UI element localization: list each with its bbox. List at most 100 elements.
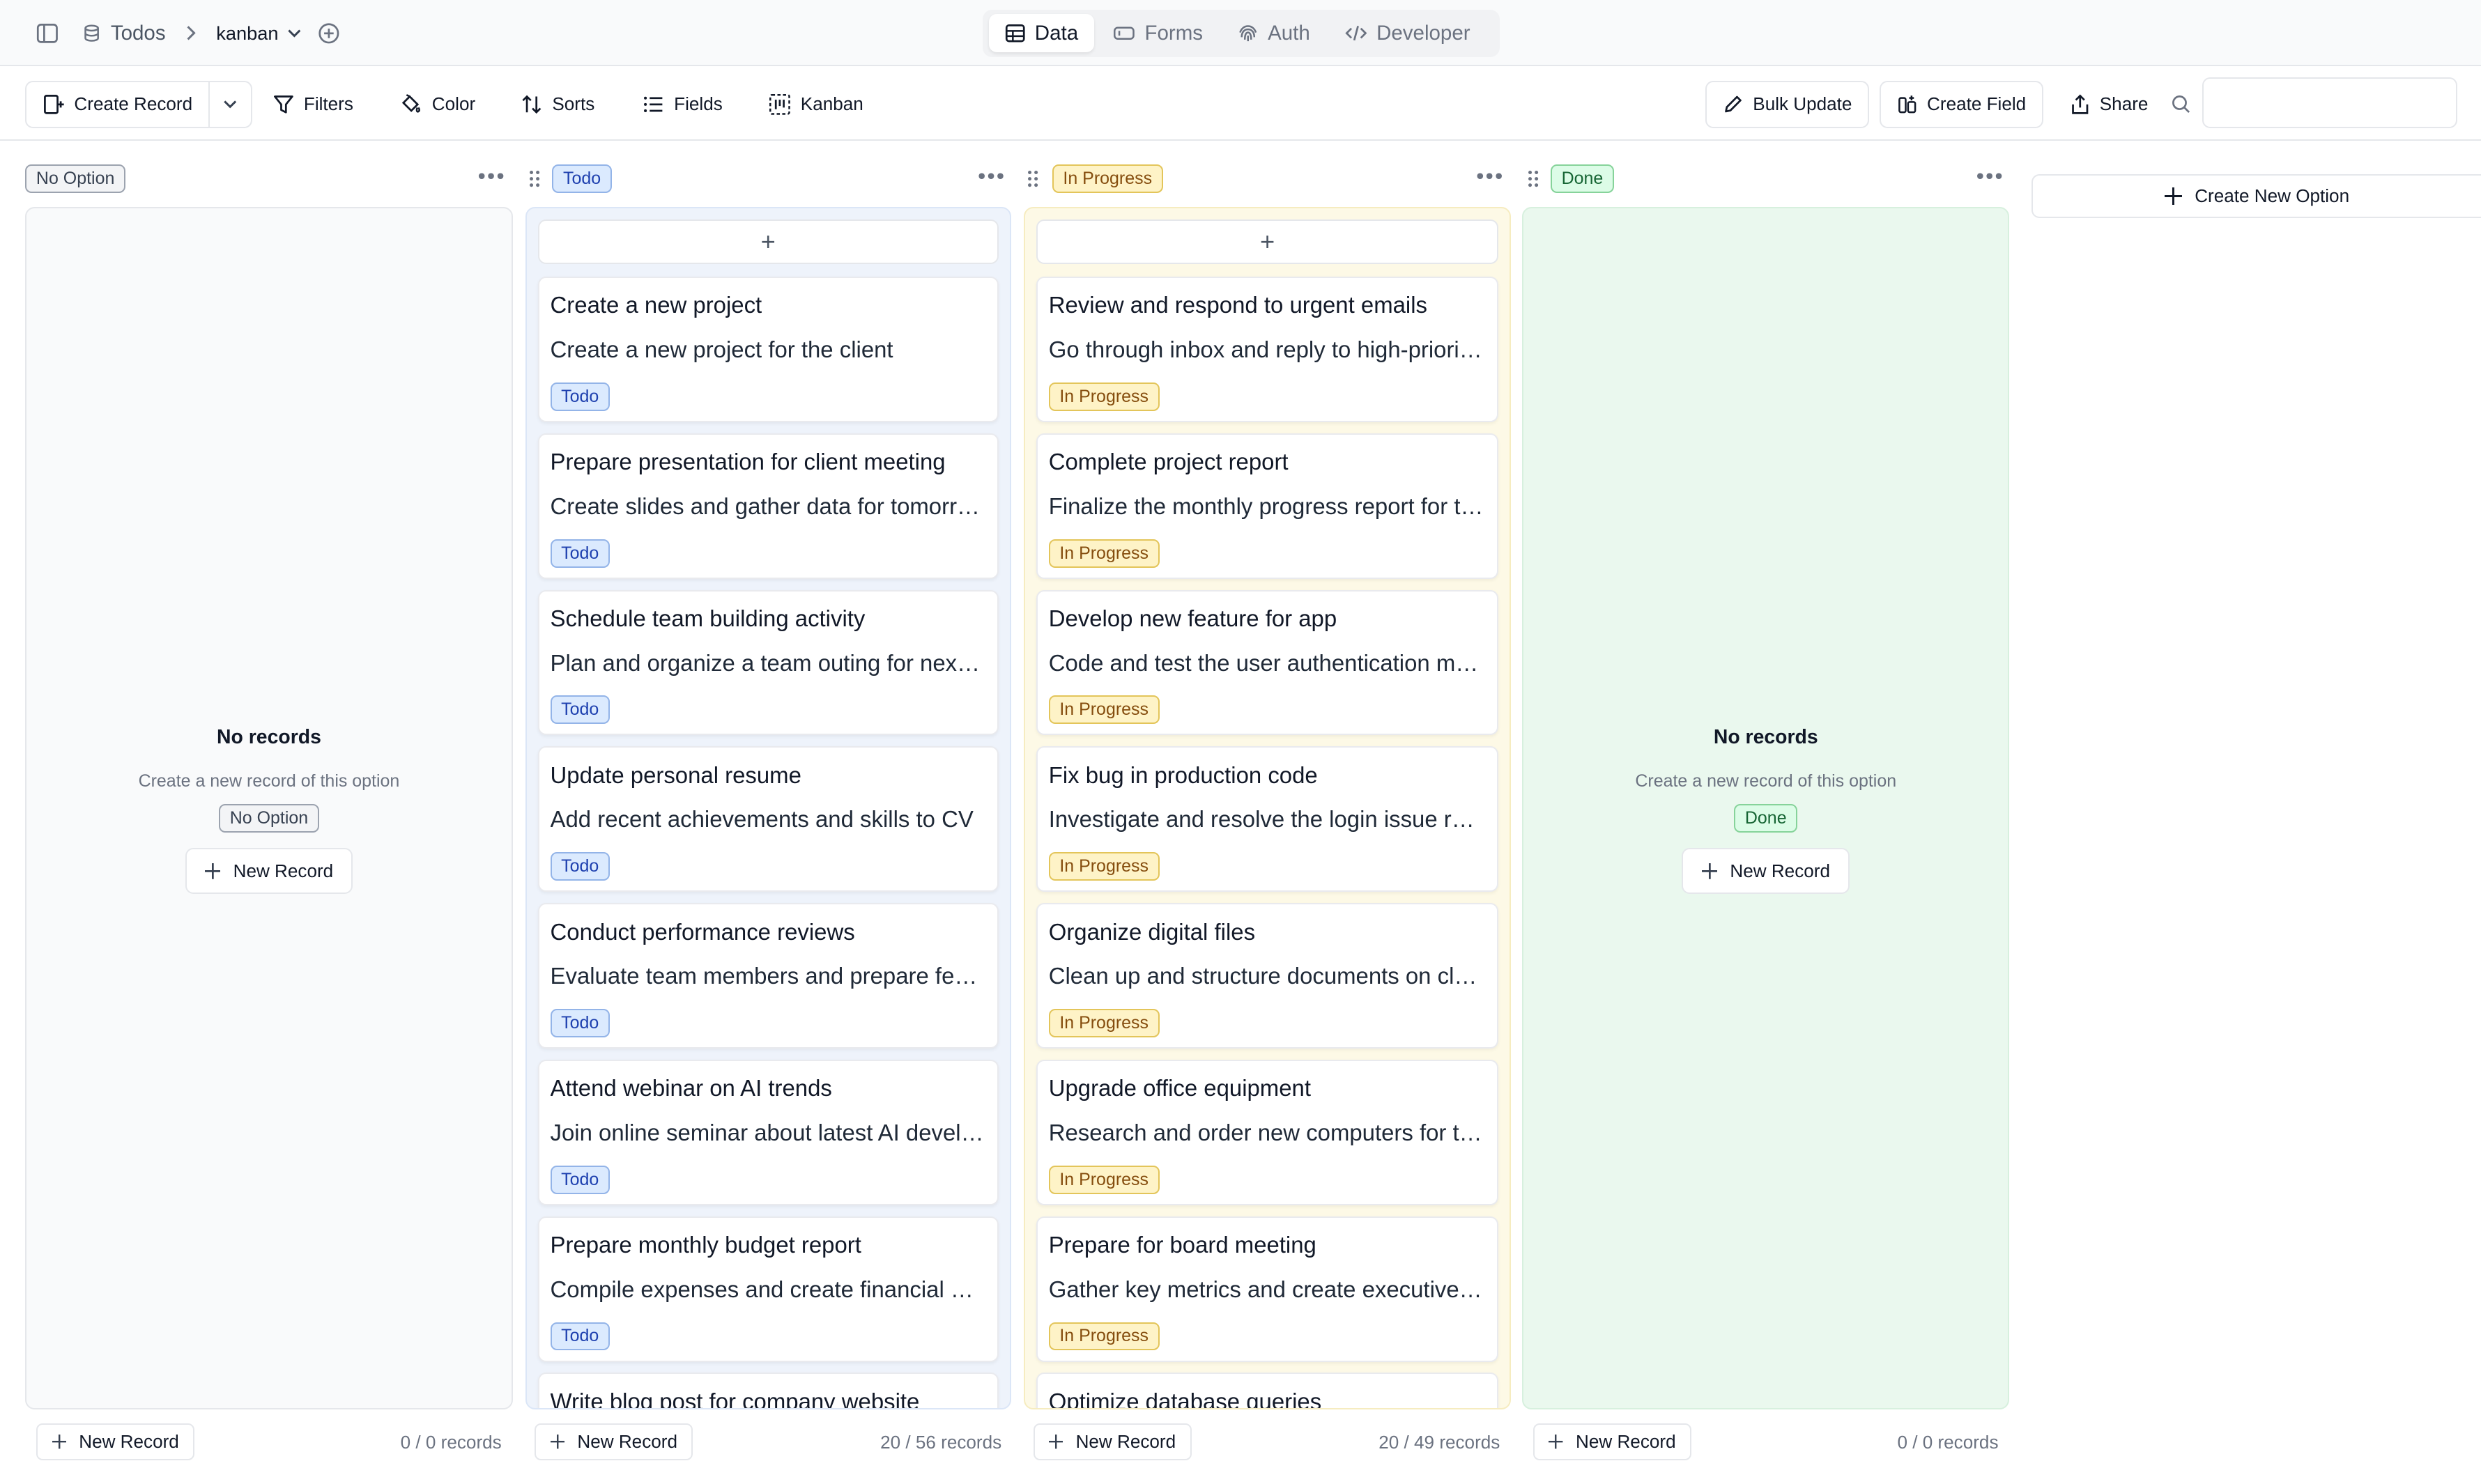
column-menu-icon[interactable]: ••• [1976,164,2004,187]
add-card-button[interactable]: + [1036,219,1499,264]
list-icon [643,93,665,116]
tab-developer-label: Developer [1376,21,1470,45]
record-card[interactable]: Develop new feature for app Code and test… [1036,589,1499,736]
column-no-option: No records Create a new record of this o… [25,207,513,1409]
add-card-button[interactable]: + [537,219,999,264]
create-field-button[interactable]: Create Field [1880,80,2043,128]
kanban-label: Kanban [800,93,863,115]
record-card[interactable]: Optimize database queriesIn Progress [1036,1373,1499,1408]
card-description: Add recent achievements and skills to CV [550,806,974,833]
card-title: Prepare for board meeting [1048,1232,1316,1258]
new-record-label: New Record [1730,860,1830,881]
plus-icon [2165,187,2183,205]
plus-icon: + [1259,227,1275,256]
create-record-split-button: Create Record [25,80,252,128]
column-menu-icon[interactable]: ••• [478,164,506,187]
card-status-badge: In Progress [1048,852,1160,881]
card-description: Gather key metrics and create executive … [1048,1276,1484,1302]
footer-new-record-button[interactable]: New Record [1533,1423,1692,1460]
top-bar: Todos kanban Data Forms Auth Developer [0,0,2481,67]
footer-new-record-button[interactable]: New Record [36,1423,195,1460]
bulk-update-button[interactable]: Bulk Update [1705,80,1870,128]
kanban-button[interactable]: Kanban [769,82,863,127]
create-record-button[interactable]: Create Record [26,82,210,127]
sorts-button[interactable]: Sorts [521,82,594,127]
footer-new-record-label: New Record [1576,1430,1676,1452]
card-description: Evaluate team members and prepare feedba… [550,963,985,989]
drag-handle-icon[interactable] [1527,169,1539,188]
plus-icon [550,1435,565,1449]
column-header-no-option: No Option [25,163,125,194]
record-card[interactable]: Complete project report Finalize the mont… [1036,433,1499,579]
column-menu-icon[interactable]: ••• [1476,164,1504,187]
pencil-icon [1723,94,1744,115]
card-title: Conduct performance reviews [550,918,855,945]
record-count: 20 / 49 records [1378,1431,1500,1453]
tab-auth[interactable]: Auth [1222,14,1326,52]
chevron-down-icon [223,99,237,110]
card-description: Clean up and structure documents on clou… [1048,963,1484,989]
record-card[interactable]: Write blog post for company websiteTodo [537,1373,999,1408]
search-icon[interactable] [2171,82,2192,127]
card-title: Prepare monthly budget report [550,1232,861,1258]
code-icon [1345,24,1367,42]
footer-new-record-button[interactable]: New Record [535,1423,693,1460]
filters-button[interactable]: Filters [272,82,353,127]
card-description: Plan and organize a team outing for next… [550,649,985,676]
tab-forms[interactable]: Forms [1097,14,1218,52]
drag-handle-icon[interactable] [1027,169,1039,188]
record-card[interactable]: Attend webinar on AI trends Join online s… [537,1059,999,1205]
footer-new-record-button[interactable]: New Record [1033,1423,1192,1460]
view-name: kanban [216,22,279,44]
card-title: Schedule team building activity [550,605,866,631]
plus-icon [1048,1435,1063,1449]
share-label: Share [2099,93,2149,115]
drag-handle-icon[interactable] [528,169,541,188]
record-card[interactable]: Conduct performance reviews Evaluate team… [537,903,999,1049]
card-title: Update personal resume [550,762,801,788]
sidebar-toggle-icon[interactable] [35,21,60,46]
share-icon [2070,93,2091,116]
filter-icon [272,93,295,116]
card-status-badge: In Progress [1048,1322,1160,1351]
add-view-icon[interactable] [318,22,340,45]
record-card[interactable]: Update personal resume Add recent achieve… [537,746,999,892]
create-record-icon [43,93,65,116]
breadcrumb-table[interactable]: Todos [82,22,166,45]
tab-developer[interactable]: Developer [1329,14,1486,52]
record-count: 20 / 56 records [880,1431,1002,1453]
column-label: No Option [25,164,125,193]
color-button[interactable]: Color [399,82,475,127]
create-field-label: Create Field [1927,93,2027,115]
record-card[interactable]: Organize digital files Clean up and struc… [1036,903,1499,1049]
create-record-dropdown[interactable] [210,82,251,127]
column-menu-icon[interactable]: ••• [978,164,1006,187]
view-selector[interactable]: kanban [216,22,302,45]
card-title: Organize digital files [1048,918,1256,945]
column-header-done: Done [1550,163,1614,194]
record-card[interactable]: Review and respond to urgent emails Go th… [1036,277,1499,422]
record-card[interactable]: Schedule team building activity Plan and … [537,589,999,736]
new-record-button[interactable]: New Record [1682,848,1850,895]
record-card[interactable]: Create a new project Create a new project… [537,277,999,422]
column-in-progress: + Review and respond to urgent emails Go … [1023,207,1512,1409]
record-card[interactable]: Prepare for board meeting Gather key metr… [1036,1216,1499,1362]
card-title: Prepare presentation for client meeting [550,449,946,475]
card-title: Create a new project [550,292,762,318]
record-card[interactable]: Prepare presentation for client meeting C… [537,433,999,579]
create-new-option-button[interactable]: Create New Option [2031,173,2481,219]
record-card[interactable]: Upgrade office equipment Research and ord… [1036,1059,1499,1205]
empty-state: No records Create a new record of this o… [1523,726,2008,895]
tab-forms-label: Forms [1144,21,1204,45]
card-status-badge: Todo [550,695,610,725]
record-card[interactable]: Prepare monthly budget report Compile exp… [537,1216,999,1362]
create-record-label: Create Record [74,93,193,115]
tab-data[interactable]: Data [988,14,1094,52]
search-input[interactable] [2202,77,2457,128]
share-button[interactable]: Share [2070,82,2149,127]
fields-button[interactable]: Fields [643,82,723,127]
record-card[interactable]: Fix bug in production code Investigate an… [1036,746,1499,892]
new-record-button[interactable]: New Record [185,848,353,895]
record-count: 0 / 0 records [400,1431,502,1453]
card-title: Upgrade office equipment [1048,1075,1311,1102]
